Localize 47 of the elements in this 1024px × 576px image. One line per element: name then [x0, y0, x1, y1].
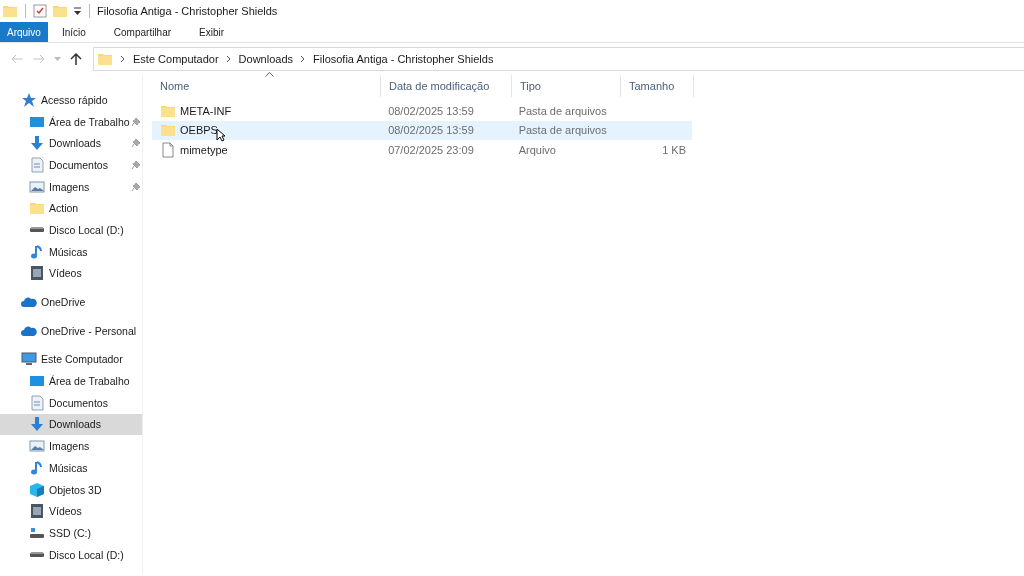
ribbon-tab[interactable]: Início — [47, 22, 100, 42]
breadcrumb[interactable]: Downloads — [238, 53, 294, 65]
sidebar-item[interactable]: Downloads — [0, 413, 142, 436]
file-row[interactable]: mimetype 07/02/2025 23:09 Arquivo 1 KB — [152, 140, 692, 160]
sidebar-item[interactable]: SSD (C:) — [0, 522, 142, 544]
sidebar-item[interactable]: Vídeos — [0, 500, 142, 523]
sidebar-item[interactable]: Disco Local (D:) — [0, 543, 142, 566]
file-type: Pasta de arquivos — [518, 104, 607, 117]
sidebar-item[interactable]: Imagens — [0, 435, 142, 457]
file-size: 1 KB — [662, 143, 686, 156]
file-type: Pasta de arquivos — [518, 124, 607, 137]
column-header[interactable]: Data de modificação — [381, 75, 512, 97]
sidebar-item[interactable]: Músicas — [0, 457, 142, 479]
sidebar-item[interactable]: Documentos — [0, 391, 142, 414]
sidebar-item[interactable]: Vídeos — [0, 262, 142, 285]
column-header[interactable]: Nome — [152, 75, 381, 97]
sidebar-item[interactable]: Acesso rápido — [0, 89, 142, 111]
sidebar-item[interactable]: Este Computador — [0, 348, 142, 371]
sidebar-item[interactable]: OneDrive - Personal — [0, 319, 142, 342]
ribbon-tab[interactable]: Compartilhar — [99, 22, 186, 42]
file-row[interactable]: META-INF 08/02/2025 13:59 Pasta de arquivos — [152, 101, 692, 121]
sidebar-item[interactable]: Área de Trabalho — [0, 370, 142, 392]
file-name: OEBPS — [180, 124, 218, 137]
column-header[interactable]: Tamanho — [621, 75, 694, 97]
sidebar-item[interactable]: Downloads — [0, 132, 142, 155]
date-modified: 08/02/2025 13:59 — [388, 124, 474, 137]
sidebar-item[interactable]: Imagens — [0, 175, 142, 198]
file-row[interactable]: OEBPS 08/02/2025 13:59 Pasta de arquivos — [152, 120, 692, 140]
breadcrumb[interactable]: Filosofia Antiga - Christopher Shields — [313, 53, 494, 65]
sidebar-item[interactable]: OneDrive — [0, 291, 142, 313]
file-menu-tab[interactable]: Arquivo — [0, 22, 48, 42]
date-modified: 08/02/2025 13:59 — [388, 104, 474, 117]
window-title: Filosofia Antiga - Christopher Shields — [97, 5, 278, 17]
column-header[interactable]: Tipo — [512, 75, 621, 97]
file-name: META-INF — [180, 104, 232, 117]
sidebar-item[interactable]: Área de Trabalho — [0, 110, 142, 133]
sidebar-item[interactable]: Action — [0, 197, 142, 220]
date-modified: 07/02/2025 23:09 — [388, 143, 474, 156]
sidebar-item[interactable]: Disco Local (D:) — [0, 219, 142, 241]
ribbon-tab[interactable]: Exibir — [185, 22, 239, 42]
sidebar-item[interactable]: Objetos 3D — [0, 478, 142, 501]
sidebar-item[interactable]: Documentos — [0, 154, 142, 176]
breadcrumb[interactable]: Este Computador — [133, 53, 219, 65]
sidebar-item[interactable]: Músicas — [0, 240, 142, 263]
address-bar[interactable]: Este Computador Downloads Filosofia Antiga - Christopher Shields — [93, 47, 1024, 71]
file-type: Arquivo — [518, 143, 556, 156]
file-name: mimetype — [180, 143, 228, 156]
